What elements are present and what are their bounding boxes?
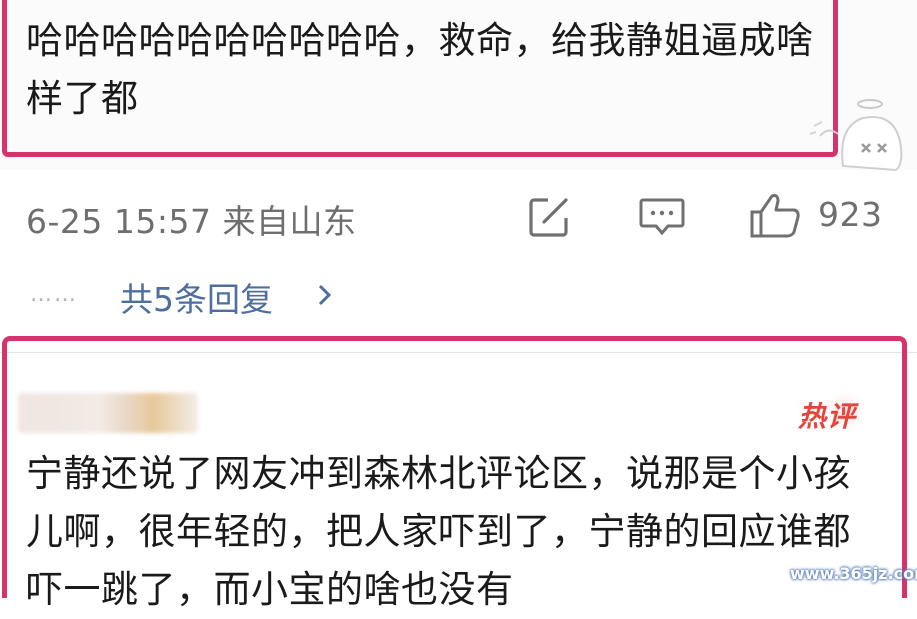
- view-replies-link[interactable]: 共5条回复: [120, 273, 273, 321]
- like-count: 923: [818, 195, 883, 234]
- top-comment-text: 哈哈哈哈哈哈哈哈哈哈，救命，给我静姐逼成啥样了都: [26, 19, 814, 120]
- chevron-right-icon[interactable]: [316, 283, 334, 307]
- hot-comment-badge: 热评: [798, 391, 867, 435]
- comment-timestamp-location: 6-25 15:57 来自山东: [26, 202, 357, 241]
- comment-icon[interactable]: [638, 196, 686, 238]
- blurred-username[interactable]: [18, 393, 198, 433]
- edit-icon[interactable]: [526, 194, 572, 240]
- dizzy-ghost-sticker-icon: [809, 99, 903, 172]
- like-icon[interactable]: [748, 192, 802, 240]
- watermark: www.365jz.com: [790, 564, 917, 583]
- replies-dots: ……: [30, 282, 78, 307]
